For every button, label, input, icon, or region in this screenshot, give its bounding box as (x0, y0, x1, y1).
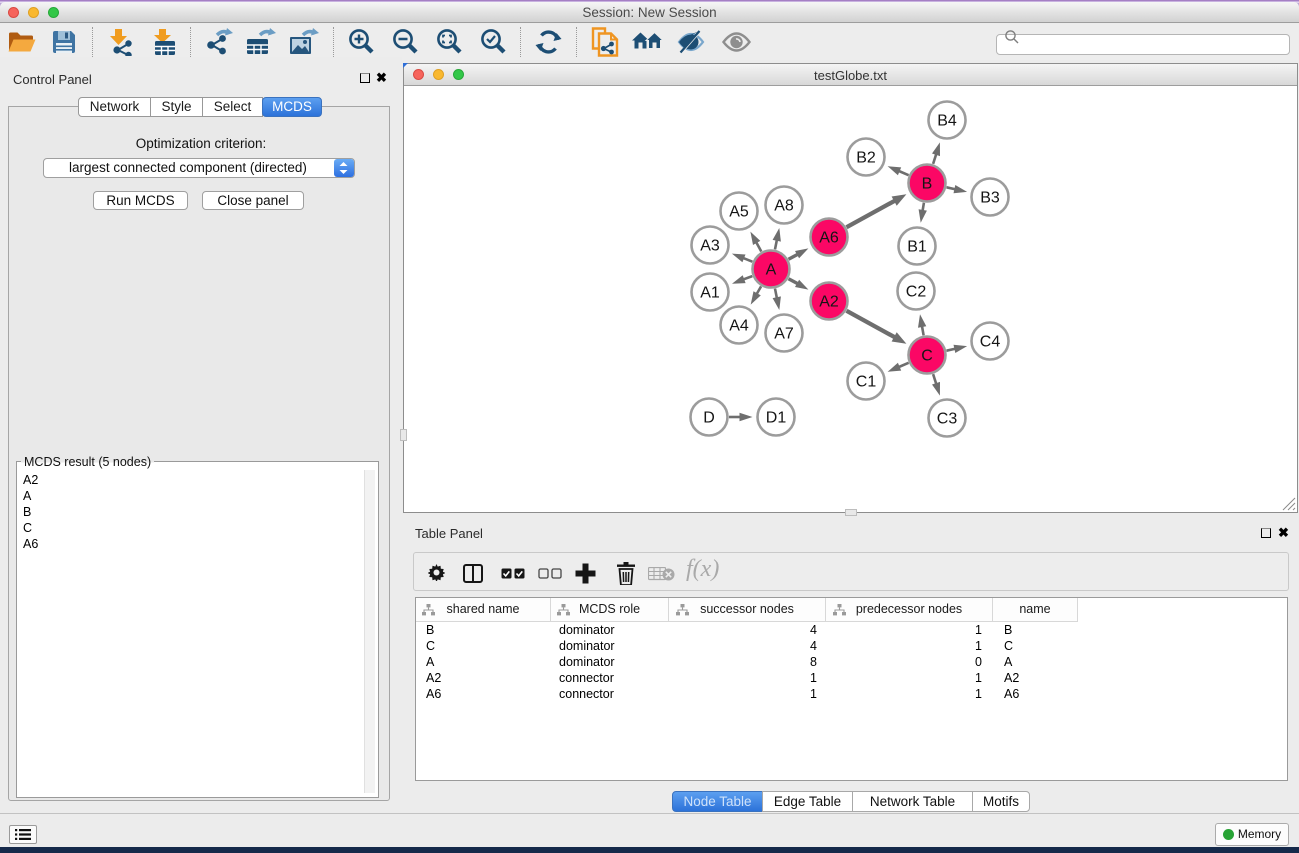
svg-text:A1: A1 (700, 285, 720, 302)
svg-text:A5: A5 (729, 204, 749, 221)
svg-text:C4: C4 (980, 334, 1001, 351)
svg-text:A2: A2 (819, 294, 839, 311)
svg-text:A6: A6 (819, 230, 839, 247)
svg-text:A8: A8 (774, 198, 794, 215)
svg-text:C: C (921, 348, 933, 365)
svg-text:B: B (922, 176, 933, 193)
svg-text:D: D (703, 410, 715, 427)
svg-text:A4: A4 (729, 318, 749, 335)
svg-text:C3: C3 (937, 411, 958, 428)
svg-text:B4: B4 (937, 113, 957, 130)
svg-text:C1: C1 (856, 374, 877, 391)
svg-text:B3: B3 (980, 190, 1000, 207)
svg-text:B2: B2 (856, 150, 876, 167)
svg-text:A7: A7 (774, 326, 794, 343)
svg-text:D1: D1 (766, 410, 787, 427)
svg-text:C2: C2 (906, 284, 927, 301)
svg-text:B1: B1 (907, 239, 927, 256)
svg-text:A3: A3 (700, 238, 720, 255)
svg-text:A: A (766, 262, 777, 279)
